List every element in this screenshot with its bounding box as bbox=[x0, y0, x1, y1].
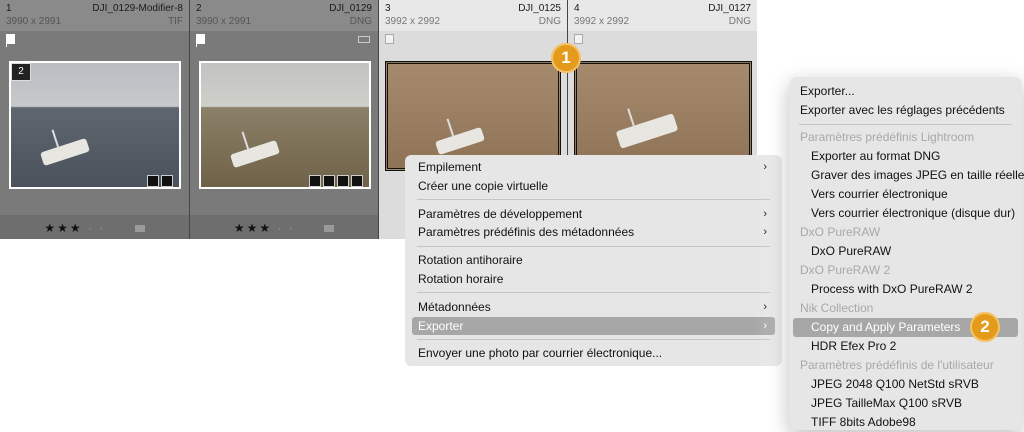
menu-item-label: Exporter bbox=[418, 319, 464, 333]
pick-flag-icon[interactable] bbox=[385, 34, 394, 44]
grid-cell-1[interactable]: 1 DJI_0129-Modifier-8 3990 x 2991 TIF 2 … bbox=[0, 0, 189, 239]
menu-item-label: Rotation horaire bbox=[418, 272, 504, 286]
menu-separator bbox=[417, 246, 770, 247]
boat-graphic bbox=[230, 131, 280, 169]
file-name: DJI_0127 bbox=[708, 3, 751, 14]
cell-header: 1 DJI_0129-Modifier-8 3990 x 2991 TIF bbox=[0, 0, 189, 31]
submenu-section-dxo-pureraw: DxO PureRAW bbox=[800, 225, 881, 239]
menu-item-metadata-presets[interactable]: Paramètres prédéfinis des métadonnées › bbox=[412, 223, 775, 241]
badge-icons bbox=[147, 175, 173, 187]
step-2-callout: 2 bbox=[970, 312, 1000, 342]
rating-dots: · · bbox=[277, 221, 295, 235]
menu-separator bbox=[417, 292, 770, 293]
submenu-item-jpeg-2048[interactable]: JPEG 2048 Q100 NetStd sRVB bbox=[793, 375, 1018, 394]
submenu-item-dxo-pureraw[interactable]: DxO PureRAW bbox=[793, 242, 1018, 261]
menu-separator bbox=[417, 199, 770, 200]
export-submenu: Exporter... Exporter avec les réglages p… bbox=[789, 77, 1024, 432]
cell-footer: ★★★ · · bbox=[190, 215, 378, 239]
menu-separator bbox=[417, 339, 770, 340]
menu-item-label: Envoyer une photo par courrier électroni… bbox=[418, 346, 663, 360]
menu-item-label: Rotation antihoraire bbox=[418, 253, 523, 267]
file-name: DJI_0129 bbox=[329, 3, 372, 14]
image-dimensions: 3990 x 2991 bbox=[196, 16, 252, 27]
star-rating[interactable]: ★★★ · · bbox=[0, 221, 189, 235]
menu-item-label: Paramètres prédéfinis des métadonnées bbox=[418, 225, 635, 239]
rating-stars: ★★★ bbox=[233, 221, 273, 235]
cell-index: 3 bbox=[385, 3, 391, 14]
submenu-item-export-previous[interactable]: Exporter avec les réglages précédents bbox=[793, 101, 1018, 120]
chevron-right-icon: › bbox=[763, 226, 767, 238]
menu-item-label: Empilement bbox=[418, 160, 482, 174]
chevron-right-icon: › bbox=[763, 161, 767, 173]
chevron-right-icon: › bbox=[763, 301, 767, 313]
submenu-item-tiff-8bits[interactable]: TIFF 8bits Adobe98 bbox=[793, 413, 1018, 432]
cell-index: 4 bbox=[574, 3, 580, 14]
cell-header: 3 DJI_0125 3992 x 2992 DNG bbox=[379, 0, 567, 31]
stack-count-badge[interactable]: 2 bbox=[11, 63, 31, 81]
menu-item-label: Paramètres de développement bbox=[418, 207, 583, 221]
pick-flag-icon[interactable] bbox=[196, 34, 205, 47]
edit-badge-icon bbox=[358, 36, 370, 43]
star-rating[interactable]: ★★★ · · bbox=[190, 221, 378, 235]
file-name: DJI_0129-Modifier-8 bbox=[92, 3, 183, 14]
cell-footer: ★★★ · · bbox=[0, 215, 189, 239]
badge-icons bbox=[309, 175, 363, 187]
menu-item-rotate-cw[interactable]: Rotation horaire bbox=[412, 270, 775, 288]
cell-header: 2 DJI_0129 3990 x 2991 DNG bbox=[190, 0, 378, 31]
file-format: DNG bbox=[728, 16, 751, 27]
image-dimensions: 3992 x 2992 bbox=[385, 16, 441, 27]
menu-item-metadata[interactable]: Métadonnées › bbox=[412, 298, 775, 316]
cell-header: 4 DJI_0127 3992 x 2992 DNG bbox=[568, 0, 757, 31]
context-menu: Empilement › Créer une copie virtuelle P… bbox=[405, 155, 782, 366]
submenu-item-email-disk[interactable]: Vers courrier électronique (disque dur) bbox=[793, 204, 1018, 223]
image-dimensions: 3992 x 2992 bbox=[574, 16, 630, 27]
menu-item-label: Créer une copie virtuelle bbox=[418, 179, 549, 193]
image-dimensions: 3990 x 2991 bbox=[6, 16, 62, 27]
submenu-item-burn-jpeg[interactable]: Graver des images JPEG en taille réelle bbox=[793, 166, 1024, 185]
file-format: TIF bbox=[168, 16, 183, 27]
submenu-item-email[interactable]: Vers courrier électronique bbox=[793, 185, 1018, 204]
menu-item-label: Métadonnées bbox=[418, 300, 491, 314]
menu-separator bbox=[799, 124, 1012, 125]
thumbnail[interactable] bbox=[199, 61, 371, 189]
menu-item-virtual-copy[interactable]: Créer une copie virtuelle bbox=[412, 177, 775, 195]
chevron-right-icon: › bbox=[763, 208, 767, 220]
menu-item-empilement[interactable]: Empilement › bbox=[412, 158, 775, 176]
file-format: DNG bbox=[349, 16, 372, 27]
file-name: DJI_0125 bbox=[518, 3, 561, 14]
grid-cell-2[interactable]: 2 DJI_0129 3990 x 2991 DNG ★★★ · · bbox=[190, 0, 378, 239]
menu-item-export[interactable]: Exporter › bbox=[412, 317, 775, 335]
menu-item-rotate-ccw[interactable]: Rotation antihoraire bbox=[412, 251, 775, 269]
pick-flag-icon[interactable] bbox=[6, 34, 15, 47]
pick-flag-icon[interactable] bbox=[574, 34, 583, 44]
thumbnail[interactable] bbox=[9, 61, 181, 189]
color-label-icon[interactable] bbox=[134, 225, 145, 233]
step-1-callout: 1 bbox=[551, 43, 581, 73]
file-format: DNG bbox=[538, 16, 561, 27]
rating-dots: · · bbox=[87, 221, 106, 235]
boat-graphic bbox=[40, 129, 90, 167]
submenu-section-dxo-pureraw-2: DxO PureRAW 2 bbox=[800, 263, 891, 277]
cell-index: 2 bbox=[196, 3, 202, 14]
submenu-section-lightroom-presets: Paramètres prédéfinis Lightroom bbox=[800, 130, 975, 144]
menu-item-develop-settings[interactable]: Paramètres de développement › bbox=[412, 205, 775, 223]
chevron-right-icon: › bbox=[763, 320, 767, 332]
boat-graphic bbox=[435, 118, 485, 156]
submenu-item-export-dng[interactable]: Exporter au format DNG bbox=[793, 147, 1018, 166]
boat-graphic bbox=[615, 108, 679, 149]
menu-item-email-photo[interactable]: Envoyer une photo par courrier électroni… bbox=[412, 344, 775, 362]
cell-index: 1 bbox=[6, 3, 12, 14]
submenu-section-user-presets: Paramètres prédéfinis de l'utilisateur bbox=[800, 358, 994, 372]
rating-stars: ★★★ bbox=[44, 221, 83, 235]
color-label-icon[interactable] bbox=[324, 225, 335, 233]
submenu-item-jpeg-max[interactable]: JPEG TailleMax Q100 sRVB bbox=[793, 394, 1018, 413]
submenu-item-export[interactable]: Exporter... bbox=[793, 82, 1018, 101]
submenu-item-process-dxo-2[interactable]: Process with DxO PureRAW 2 bbox=[793, 280, 1018, 299]
